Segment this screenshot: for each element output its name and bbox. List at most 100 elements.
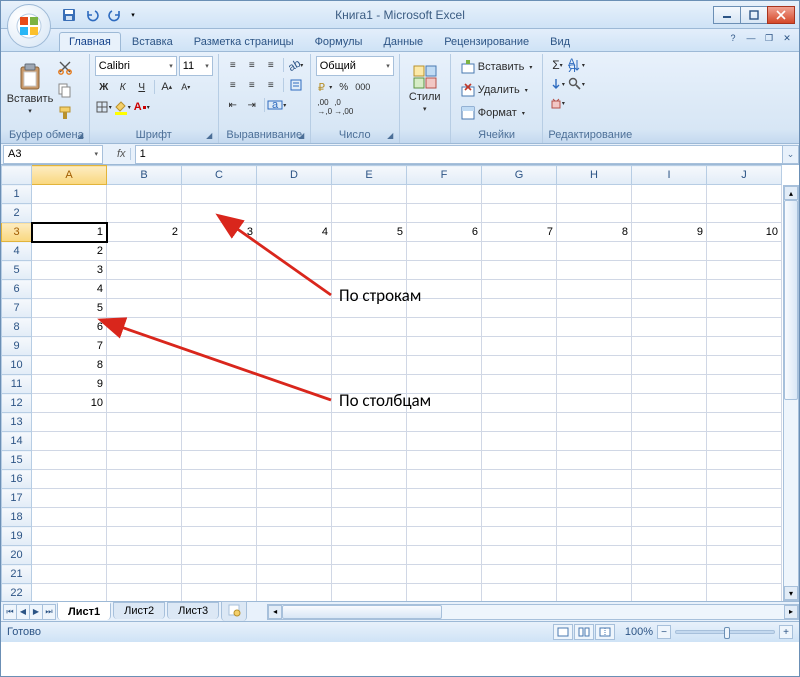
cell[interactable] (257, 470, 332, 489)
cell[interactable] (632, 394, 707, 413)
cell[interactable] (707, 394, 782, 413)
cell[interactable] (332, 204, 407, 223)
cell[interactable]: 3 (182, 223, 257, 242)
cell[interactable] (557, 356, 632, 375)
row-header[interactable]: 7 (2, 299, 32, 318)
cell[interactable] (632, 261, 707, 280)
cell[interactable] (632, 508, 707, 527)
paste-button[interactable]: Вставить ▾ (9, 56, 51, 122)
cell[interactable] (107, 413, 182, 432)
hscroll-thumb[interactable] (282, 605, 442, 619)
cell[interactable] (632, 299, 707, 318)
cell[interactable] (482, 470, 557, 489)
cell[interactable] (182, 375, 257, 394)
cell[interactable] (332, 470, 407, 489)
cell[interactable] (632, 375, 707, 394)
cell[interactable] (332, 185, 407, 204)
row-header[interactable]: 18 (2, 508, 32, 527)
cell[interactable] (557, 394, 632, 413)
cell[interactable] (482, 508, 557, 527)
cell[interactable] (107, 584, 182, 602)
cell[interactable] (257, 451, 332, 470)
cell[interactable] (107, 242, 182, 261)
cell[interactable] (557, 508, 632, 527)
align-center-button[interactable]: ≡ (243, 76, 261, 94)
cell[interactable] (482, 527, 557, 546)
row-header[interactable]: 22 (2, 584, 32, 602)
cell[interactable] (707, 413, 782, 432)
cell[interactable] (32, 584, 107, 602)
cell[interactable]: 2 (107, 223, 182, 242)
cell[interactable] (32, 546, 107, 565)
horizontal-scrollbar[interactable]: ◂ ▸ (267, 604, 799, 620)
cell[interactable] (257, 584, 332, 602)
row-header[interactable]: 16 (2, 470, 32, 489)
cell[interactable] (557, 527, 632, 546)
view-page-break-button[interactable] (595, 624, 615, 640)
cell[interactable] (182, 299, 257, 318)
cell[interactable] (332, 432, 407, 451)
font-dialog-launcher[interactable]: ◢ (204, 131, 215, 142)
cell[interactable] (707, 299, 782, 318)
cell[interactable] (107, 261, 182, 280)
scroll-up-button[interactable]: ▴ (784, 186, 798, 200)
row-header[interactable]: 12 (2, 394, 32, 413)
cell[interactable] (632, 242, 707, 261)
row-header[interactable]: 3 (2, 223, 32, 242)
office-button[interactable] (7, 4, 51, 48)
cell[interactable] (32, 470, 107, 489)
find-select-button[interactable]: ▾ (567, 75, 585, 93)
tab-formulas[interactable]: Формулы (305, 32, 373, 51)
cell[interactable] (632, 356, 707, 375)
cell[interactable] (332, 527, 407, 546)
cell[interactable] (257, 299, 332, 318)
fill-color-button[interactable]: ▾ (114, 98, 132, 116)
cell[interactable] (332, 394, 407, 413)
cell[interactable] (407, 185, 482, 204)
cell[interactable] (407, 242, 482, 261)
save-button[interactable] (59, 5, 79, 25)
row-header[interactable]: 5 (2, 261, 32, 280)
cell[interactable]: 5 (32, 299, 107, 318)
cell[interactable] (332, 413, 407, 432)
worksheet-grid[interactable]: ABCDEFGHIJ123123456789104253647586971081… (1, 165, 799, 601)
cell[interactable] (482, 204, 557, 223)
row-header[interactable]: 10 (2, 356, 32, 375)
cell[interactable] (407, 413, 482, 432)
cell[interactable] (32, 185, 107, 204)
cell[interactable] (257, 280, 332, 299)
cell[interactable] (707, 337, 782, 356)
cell[interactable] (632, 565, 707, 584)
cell[interactable] (182, 489, 257, 508)
cell[interactable] (482, 299, 557, 318)
copy-button[interactable] (54, 79, 76, 101)
font-color-button[interactable]: A▾ (133, 98, 151, 116)
row-header[interactable]: 14 (2, 432, 32, 451)
column-header[interactable]: G (482, 166, 557, 185)
cell[interactable] (32, 508, 107, 527)
vertical-scrollbar[interactable]: ▴ ▾ (783, 185, 799, 601)
cell[interactable] (707, 489, 782, 508)
cell[interactable] (182, 508, 257, 527)
cell[interactable] (107, 470, 182, 489)
mdi-minimize[interactable]: — (743, 31, 759, 45)
sheet-nav-last[interactable]: ⏭ (42, 604, 56, 620)
cell[interactable] (407, 261, 482, 280)
cell[interactable] (707, 584, 782, 602)
cell[interactable] (257, 394, 332, 413)
zoom-out-button[interactable]: − (657, 625, 671, 639)
cell[interactable] (557, 584, 632, 602)
scroll-right-button[interactable]: ▸ (784, 605, 798, 619)
sheet-nav-next[interactable]: ▶ (29, 604, 43, 620)
cell[interactable]: 3 (32, 261, 107, 280)
cell[interactable] (632, 470, 707, 489)
cell[interactable] (632, 318, 707, 337)
help-button[interactable]: ? (725, 31, 741, 45)
cell[interactable] (557, 489, 632, 508)
cell[interactable] (107, 204, 182, 223)
cell[interactable] (107, 451, 182, 470)
shrink-font-button[interactable]: A▾ (177, 78, 195, 96)
italic-button[interactable]: К (114, 78, 132, 96)
row-header[interactable]: 8 (2, 318, 32, 337)
cell[interactable] (632, 546, 707, 565)
